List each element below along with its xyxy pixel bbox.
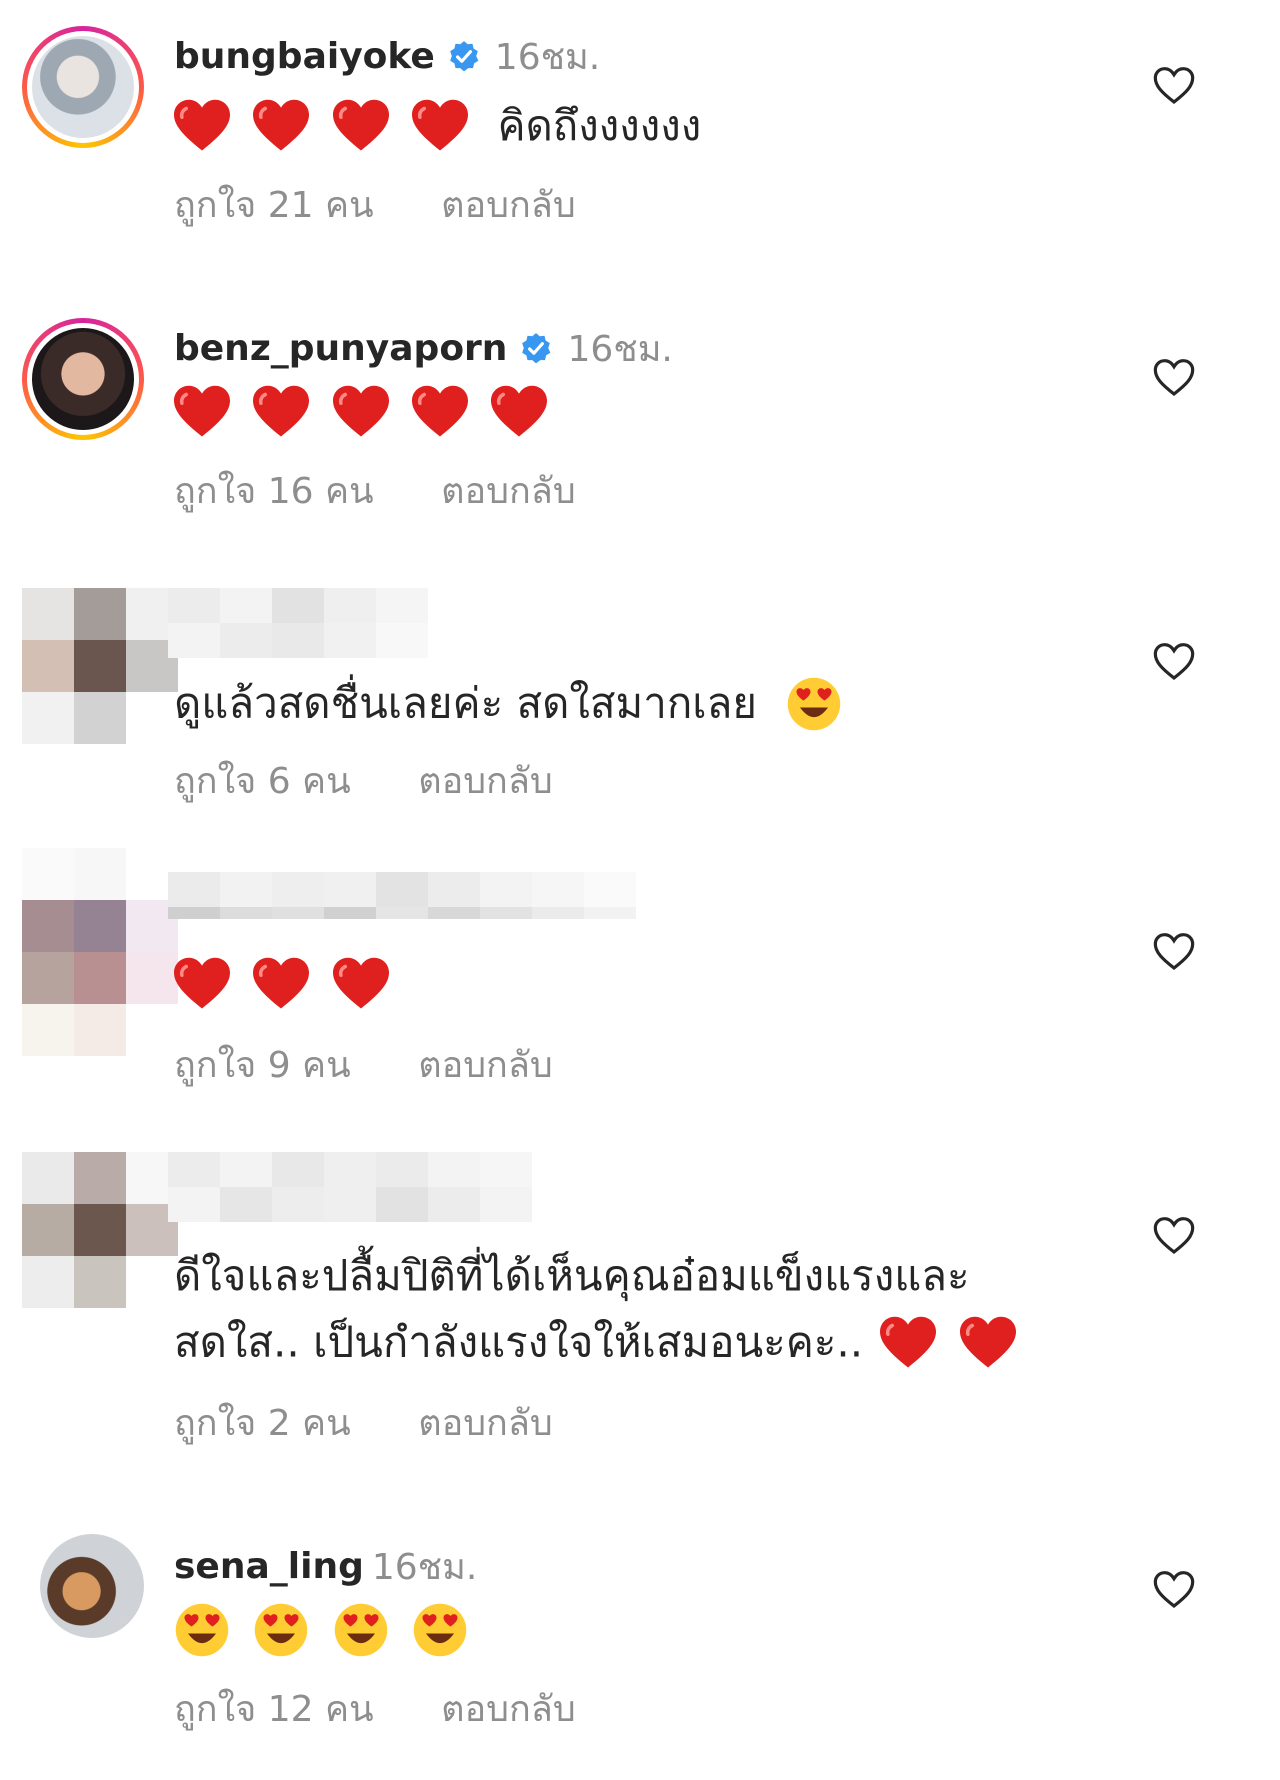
verified-badge-icon xyxy=(447,40,481,74)
red-heart-emoji xyxy=(253,98,309,154)
red-heart-emoji xyxy=(333,384,389,440)
heart-eyes-emoji xyxy=(412,1602,468,1658)
likes-count[interactable]: ถูกใจ 2 คน xyxy=(174,1403,351,1444)
comment-text-line-2-content: สดใส.. เป็นกำลังแรงใจให้เสมอนะคะ.. xyxy=(174,1317,864,1367)
comment-text-content: คิดถึงงงงงง xyxy=(497,100,702,150)
reply-button[interactable]: ตอบกลับ xyxy=(418,1403,553,1444)
comment-header: bungbaiyoke 16ชม. xyxy=(174,28,600,85)
heart-eyes-emoji xyxy=(253,1602,309,1658)
red-heart-emoji xyxy=(333,98,389,154)
heart-outline-icon[interactable] xyxy=(1152,1570,1196,1610)
username[interactable]: benz_punyaporn xyxy=(174,328,507,369)
heart-eyes-emoji xyxy=(174,1602,230,1658)
red-heart-emoji xyxy=(491,384,547,440)
red-heart-emoji xyxy=(253,384,309,440)
avatar[interactable] xyxy=(22,26,144,148)
timestamp: 16ชม. xyxy=(567,329,673,370)
comment-meta: ถูกใจ 21 คน ตอบกลับ xyxy=(174,176,632,233)
likes-count[interactable]: ถูกใจ 9 คน xyxy=(174,1045,351,1086)
comment-text xyxy=(174,952,399,1012)
username[interactable]: bungbaiyoke xyxy=(174,36,435,77)
red-heart-emoji xyxy=(253,956,309,1012)
reply-button[interactable]: ตอบกลับ xyxy=(441,471,576,512)
heart-outline-icon[interactable] xyxy=(1152,932,1196,972)
comment-text xyxy=(174,380,557,440)
red-heart-emoji xyxy=(880,1315,936,1371)
reply-button[interactable]: ตอบกลับ xyxy=(418,761,553,802)
comment-meta: ถูกใจ 16 คน ตอบกลับ xyxy=(174,462,632,519)
heart-outline-icon[interactable] xyxy=(1152,1216,1196,1256)
comment-header: benz_punyaporn 16ชม. xyxy=(174,320,673,377)
avatar-pixelated[interactable] xyxy=(22,1152,178,1308)
username-pixelated[interactable] xyxy=(168,1152,532,1222)
likes-count[interactable]: ถูกใจ 21 คน xyxy=(174,185,374,226)
avatar-pixelated xyxy=(22,1004,178,1056)
comment-meta: ถูกใจ 9 คน ตอบกลับ xyxy=(174,1036,609,1093)
comment-text-line-1: ดีใจและปลื้มปิติที่ได้เห็นคุณอ๋อมแข็งแรง… xyxy=(174,1251,970,1300)
likes-count[interactable]: ถูกใจ 6 คน xyxy=(174,761,351,802)
timestamp: 16ชม. xyxy=(371,1547,478,1588)
comment-meta: ถูกใจ 12 คน ตอบกลับ xyxy=(174,1680,632,1737)
heart-outline-icon[interactable] xyxy=(1152,358,1196,398)
comment-meta: ถูกใจ 2 คน ตอบกลับ xyxy=(174,1394,609,1451)
avatar-pixelated[interactable] xyxy=(22,848,178,1004)
red-heart-emoji xyxy=(174,384,230,440)
red-heart-emoji xyxy=(412,384,468,440)
username-pixelated[interactable] xyxy=(168,588,428,658)
reply-button[interactable]: ตอบกลับ xyxy=(418,1045,553,1086)
comment-text-content: ดูแล้วสดชื่นเลยค่ะ สดใสมากเลย xyxy=(174,678,757,728)
comment-text: ดีใจและปลื้มปิติที่ได้เห็นคุณอ๋อมแข็งแรง… xyxy=(174,1244,1026,1375)
avatar[interactable] xyxy=(22,318,144,440)
reply-button[interactable]: ตอบกลับ xyxy=(441,185,576,226)
red-heart-emoji xyxy=(174,956,230,1012)
red-heart-emoji xyxy=(174,98,230,154)
likes-count[interactable]: ถูกใจ 16 คน xyxy=(174,471,374,512)
red-heart-emoji xyxy=(412,98,468,154)
comment-header: sena_ling 16ชม. xyxy=(174,1538,477,1595)
comment-meta: ถูกใจ 6 คน ตอบกลับ xyxy=(174,752,609,809)
heart-outline-icon[interactable] xyxy=(1152,642,1196,682)
comment-text: ดูแล้วสดชื่นเลยค่ะ สดใสมากเลย xyxy=(174,672,852,733)
comment-text-line-2: สดใส.. เป็นกำลังแรงใจให้เสมอนะคะ.. xyxy=(174,1308,1026,1375)
red-heart-emoji xyxy=(333,956,389,1012)
avatar[interactable] xyxy=(40,1534,144,1638)
comment-text xyxy=(174,1598,478,1658)
comment-text: คิดถึงงงงงง xyxy=(174,94,701,155)
heart-outline-icon[interactable] xyxy=(1152,66,1196,106)
username-pixelated[interactable] xyxy=(168,872,636,942)
reply-button[interactable]: ตอบกลับ xyxy=(441,1689,576,1730)
verified-badge-icon xyxy=(519,332,553,366)
heart-eyes-emoji xyxy=(333,1602,389,1658)
avatar-pixelated[interactable] xyxy=(22,588,178,744)
timestamp: 16ชม. xyxy=(494,37,601,78)
heart-eyes-emoji xyxy=(786,676,842,732)
red-heart-emoji xyxy=(960,1315,1016,1371)
likes-count[interactable]: ถูกใจ 12 คน xyxy=(174,1689,374,1730)
username[interactable]: sena_ling xyxy=(174,1546,364,1587)
